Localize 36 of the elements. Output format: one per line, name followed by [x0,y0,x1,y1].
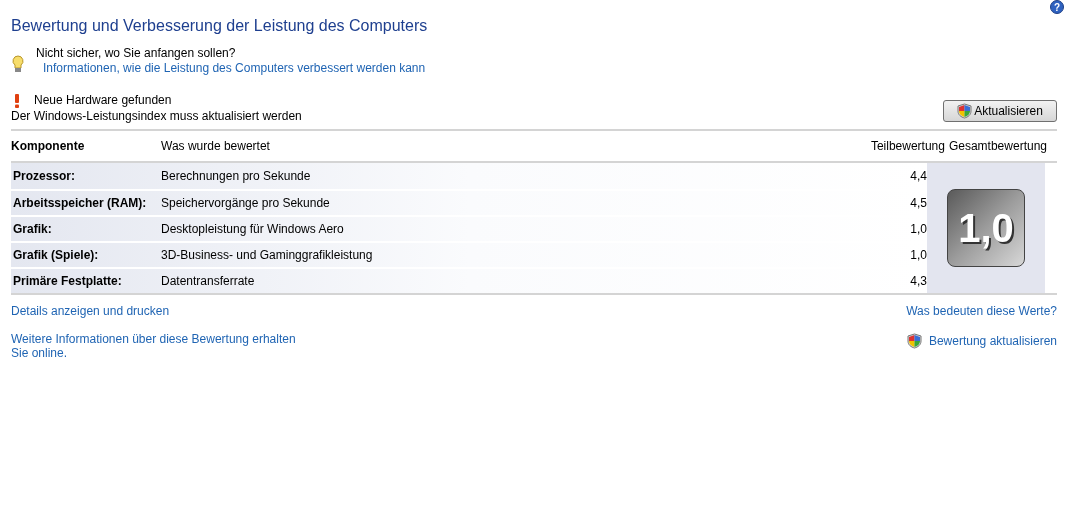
table-cell-text: Arbeitsspeicher (RAM): [12,195,148,212]
table-cell-text: Speichervorgänge pro Sekunde [161,195,331,212]
lightbulb-icon [11,55,25,73]
table-cell-text: Datentransferrate [161,273,256,290]
table-cell-text: Berechnungen pro Sekunde [161,168,312,185]
scores-meaning-link[interactable]: Was bedeuten diese Werte? [906,303,1057,319]
table-cell-text: 4,5 [909,195,927,212]
warning-icon [13,93,21,108]
table-cell-text: Prozessor: [12,168,77,185]
column-header: Teilbewertung [870,138,945,155]
details-link[interactable]: Details anzeigen und drucken [11,303,170,319]
table-cell-text: Desktopleistung für Windows Aero [161,221,345,238]
tip-link[interactable]: Informationen, wie die Leistung des Computers verbessert werden kann [43,61,426,76]
table-cell-text: 3D-Business- und Gaminggrafikleistung [161,247,374,264]
update-rating-link[interactable]: Bewertung aktualisieren [928,334,1057,348]
table-cell-text: 4,3 [909,273,927,290]
notice-message: Der Windows-Leistungsindex muss aktualisiert werden [11,108,302,124]
column-header: Was wurde bewertet [161,138,271,155]
tip-heading: Nicht sicher, wo Sie anfangen sollen? [36,46,237,61]
column-header: Gesamtbewertung [948,138,1047,155]
page-title: Bewertung und Verbesserung der Leistung des Computers [11,16,429,36]
base-score-badge: 1,0 [947,189,1025,267]
online-link[interactable]: Sie online. [11,346,296,360]
update-button[interactable]: Aktualisieren [943,100,1057,122]
notice-heading: Neue Hardware gefunden [34,93,172,108]
table-cell-text: 1,0 [909,221,927,238]
table-cell-text: Primäre Festplatte: [12,273,123,290]
table-cell-text: Grafik (Spiele): [12,247,100,264]
column-header: Komponente [11,138,86,155]
table-cell-text: Grafik: [12,221,53,238]
more-info-link[interactable]: Weitere Informationen über diese Bewertung erhalten [11,332,296,346]
table-cell-text: 4,4 [909,168,927,185]
shield-icon [957,103,973,119]
help-icon[interactable]: ? [1049,0,1065,14]
table-cell-text: 1,0 [909,247,927,264]
shield-icon [906,333,922,349]
